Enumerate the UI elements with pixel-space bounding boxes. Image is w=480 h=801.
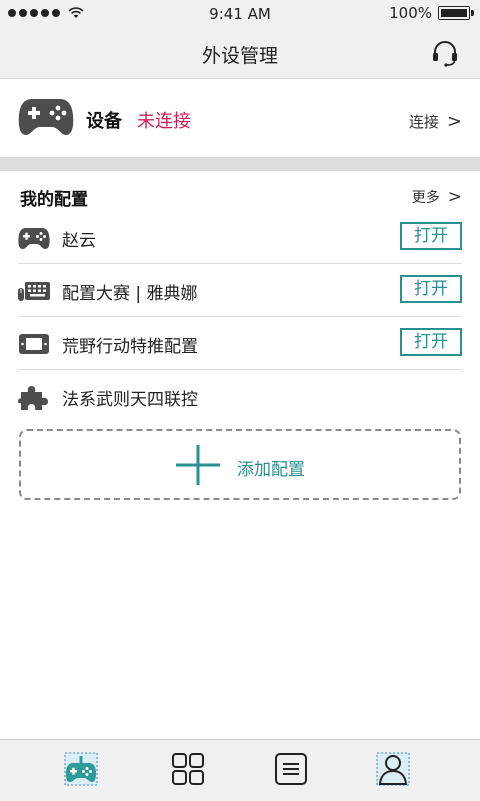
config-item-name: 荒野行动特推配置	[62, 337, 198, 357]
gamepad-icon	[18, 99, 74, 135]
tablet-icon	[19, 334, 49, 354]
connect-link[interactable]: 连接 >	[409, 111, 462, 132]
grid-icon[interactable]	[171, 752, 205, 786]
device-status: 未连接	[137, 111, 191, 132]
config-item-name: 法系武则天四联控	[62, 390, 198, 410]
gamepad-icon[interactable]	[64, 752, 98, 786]
gamepad-icon	[18, 228, 50, 249]
config-title: 我的配置	[20, 190, 88, 210]
more-link[interactable]: 更多 >	[412, 187, 462, 207]
config-item[interactable]: 法系武则天四联控	[18, 370, 462, 422]
chevron-right-icon: >	[447, 187, 462, 207]
keyboard-mouse-icon	[18, 282, 50, 301]
headset-icon[interactable]	[430, 38, 460, 68]
plus-icon	[176, 445, 220, 485]
config-item[interactable]: 配置大赛 | 雅典娜 打开	[18, 264, 462, 317]
battery-percent: 100%	[389, 4, 432, 22]
status-bar: 9:41 AM 100%	[0, 0, 480, 28]
chevron-right-icon: >	[446, 111, 462, 132]
add-config-label: 添加配置	[237, 460, 305, 480]
add-config-button[interactable]: 添加配置	[19, 429, 461, 500]
connect-label: 连接	[408, 113, 439, 131]
config-item[interactable]: 赵云 打开	[18, 211, 462, 264]
tab-bar	[0, 739, 480, 801]
open-button[interactable]: 打开	[400, 275, 462, 303]
puzzle-icon	[18, 386, 48, 410]
list-icon[interactable]	[274, 752, 308, 786]
config-item-name: 赵云	[62, 231, 96, 251]
page-title: 外设管理	[201, 45, 278, 67]
open-button[interactable]: 打开	[400, 222, 462, 250]
device-label: 设备	[86, 111, 122, 132]
more-label: 更多	[411, 190, 440, 206]
nav-bar: 外设管理	[0, 28, 480, 79]
battery-status: 100%	[389, 4, 474, 22]
battery-icon	[438, 6, 474, 20]
config-section: 我的配置 更多 > 赵云 打开 配置大赛 | 雅典娜 打开 荒野行动特推配置 打…	[0, 171, 480, 739]
section-divider	[0, 157, 480, 171]
config-item-name: 配置大赛 | 雅典娜	[62, 284, 198, 304]
config-item[interactable]: 荒野行动特推配置 打开	[18, 317, 462, 370]
device-section[interactable]: 设备 未连接 连接 >	[0, 79, 480, 157]
open-button[interactable]: 打开	[400, 328, 462, 356]
user-icon[interactable]	[376, 752, 410, 786]
